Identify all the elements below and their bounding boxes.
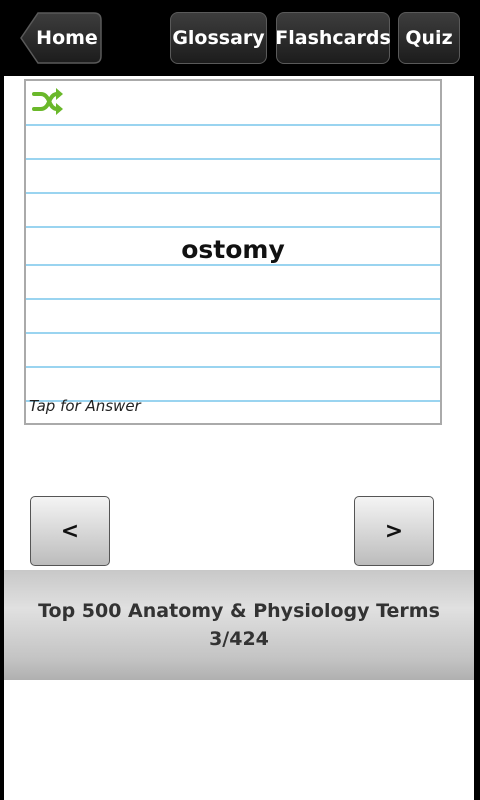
flashcards-button[interactable]: Flashcards xyxy=(275,12,391,64)
flashcard-term: ostomy xyxy=(181,235,285,264)
quiz-button[interactable]: Quiz xyxy=(398,12,460,64)
home-button[interactable]: Home xyxy=(20,12,102,64)
deck-title: Top 500 Anatomy & Physiology Terms xyxy=(38,600,440,622)
main-content: ostomy Tap for Answer < > Top 500 Anatom… xyxy=(4,76,474,800)
next-card-button[interactable]: > xyxy=(354,496,434,566)
tap-for-answer-hint: Tap for Answer xyxy=(29,397,141,415)
card-ruled-line xyxy=(26,298,440,300)
card-ruled-line xyxy=(26,226,440,228)
card-progress: 3/424 xyxy=(209,628,269,650)
shuffle-icon[interactable] xyxy=(32,87,64,117)
previous-card-button[interactable]: < xyxy=(30,496,110,566)
flashcard[interactable]: ostomy Tap for Answer xyxy=(24,79,442,425)
card-ruled-line xyxy=(26,264,440,266)
card-ruled-line xyxy=(26,192,440,194)
card-ruled-line xyxy=(26,158,440,160)
card-ruled-line xyxy=(26,332,440,334)
top-toolbar: Home Glossary Flashcards Quiz xyxy=(0,0,480,76)
home-button-label: Home xyxy=(36,27,98,49)
deck-info-footer: Top 500 Anatomy & Physiology Terms 3/424 xyxy=(4,570,474,680)
card-ruled-line xyxy=(26,366,440,368)
card-ruled-line xyxy=(26,124,440,126)
glossary-button[interactable]: Glossary xyxy=(170,12,267,64)
